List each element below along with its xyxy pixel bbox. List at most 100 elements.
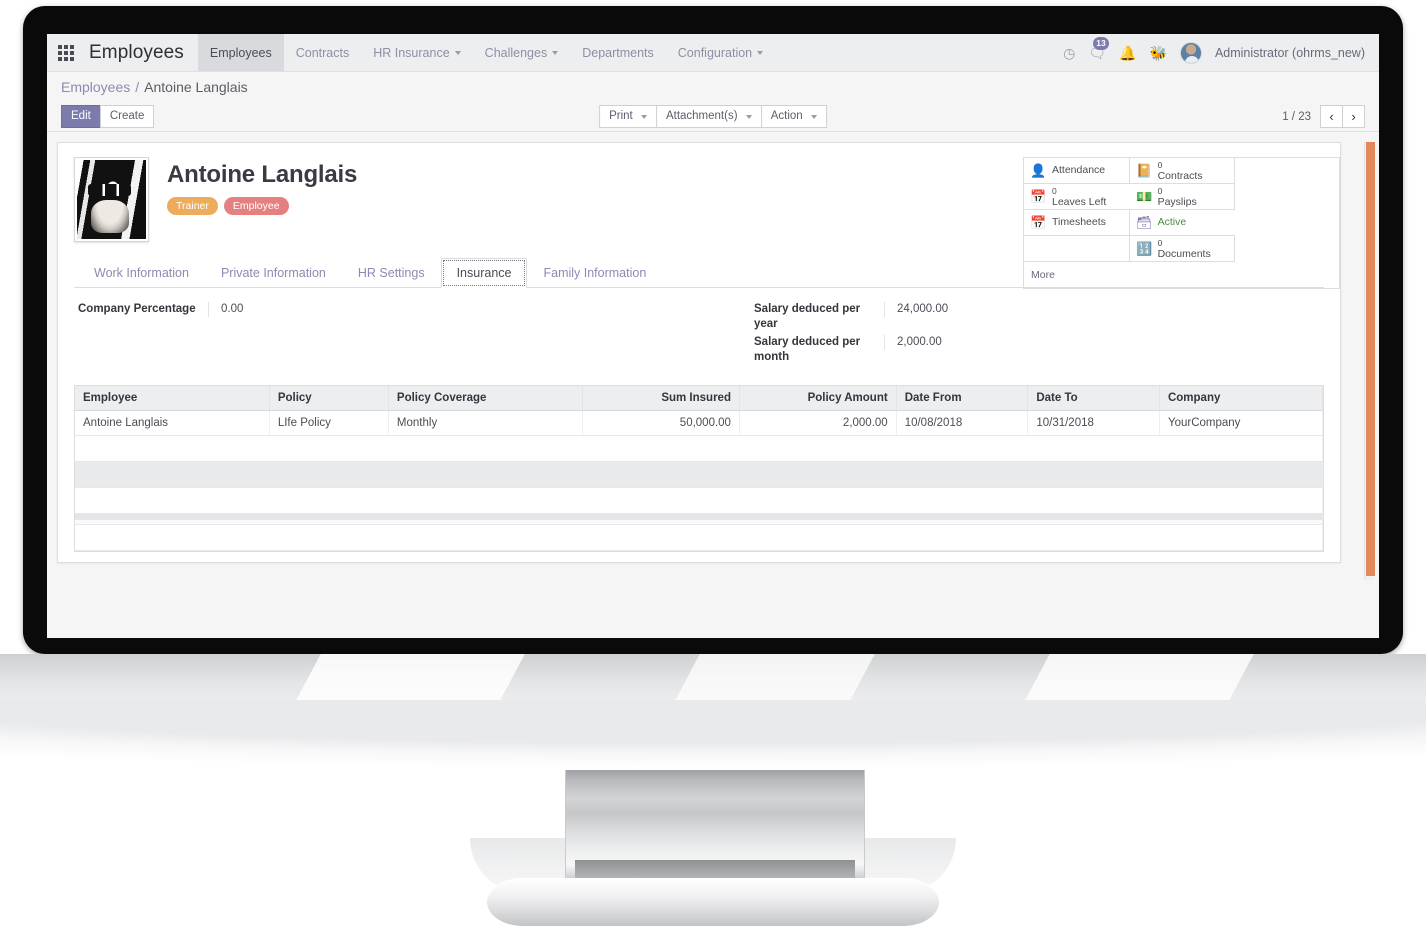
column-header-date-from[interactable]: Date From (896, 386, 1029, 411)
attachments-dropdown[interactable]: Attachment(s) (655, 105, 762, 128)
apps-grid-icon[interactable] (47, 34, 85, 71)
scrollbar-thumb[interactable] (1366, 142, 1375, 576)
chevron-down-icon (552, 50, 559, 55)
attachments-label: Attachment(s) (665, 110, 738, 122)
tag-employee[interactable]: Employee (223, 197, 289, 215)
tab-label: Family Information (543, 266, 647, 280)
form-column-right: Salary deduced per year 24,000.00 Salary… (699, 302, 1320, 365)
table-row[interactable]: Antoine Langlais LIfe Policy Monthly 50,… (75, 410, 1324, 436)
pager: 1 / 23 ‹ › (1282, 105, 1365, 128)
column-header-company[interactable]: Company (1159, 386, 1324, 411)
field-value[interactable]: 24,000.00 (884, 302, 1014, 317)
column-header-employee[interactable]: Employee (75, 386, 270, 411)
menu-challenges-label: Challenges (484, 45, 548, 60)
stat-button-payslips[interactable]: 💵 0 Payslips (1129, 184, 1236, 210)
menu-contracts[interactable]: Contracts (284, 34, 362, 71)
cell-sum-insured: 50,000.00 (582, 410, 740, 436)
employee-photo[interactable] (74, 157, 149, 242)
employee-tags: Trainer Employee (167, 197, 357, 215)
pager-next-button[interactable]: › (1342, 105, 1365, 128)
clock-icon[interactable]: ◷ (1063, 46, 1075, 60)
book-icon: 📔 (1136, 163, 1153, 178)
menu-configuration-label: Configuration (677, 45, 753, 60)
menubar-right: ◷ 🗨 13 🔔 🐝 Administrator (ohrms_new) (1063, 34, 1379, 71)
tab-label: HR Settings (357, 266, 425, 280)
pager-previous-button[interactable]: ‹ (1320, 105, 1343, 128)
action-label: Action (770, 110, 803, 122)
chevron-down-icon (757, 50, 764, 55)
field-value[interactable]: 2,000.00 (884, 335, 1014, 350)
menu-hr-insurance[interactable]: HR Insurance (361, 34, 472, 71)
breadcrumb-separator: / (135, 79, 140, 95)
column-header-policy[interactable]: Policy (269, 386, 389, 411)
insurance-table: Employee Policy Policy Coverage Sum Insu… (75, 386, 1324, 551)
menu-employees-label: Employees (209, 45, 272, 60)
stat-button-more[interactable]: More (1024, 262, 1130, 288)
menu-departments[interactable]: Departments (570, 34, 666, 71)
tab-hr-settings[interactable]: HR Settings (342, 258, 441, 288)
archive-icon: 🗃 (1135, 215, 1153, 230)
column-header-policy-amount[interactable]: Policy Amount (739, 386, 897, 411)
menu-configuration[interactable]: Configuration (666, 34, 775, 71)
column-header-date-to[interactable]: Date To (1027, 386, 1160, 411)
stat-button-contracts[interactable]: 📔 0 Contracts (1129, 158, 1236, 184)
money-icon: 💵 (1136, 189, 1153, 204)
list-icon: 🔢 (1136, 241, 1153, 256)
field-value[interactable]: 0.00 (208, 302, 338, 317)
column-header-sum-insured[interactable]: Sum Insured (582, 386, 740, 411)
messages-icon[interactable]: 🗨 13 (1088, 36, 1109, 60)
cell-employee: Antoine Langlais (75, 410, 270, 436)
cell-company: YourCompany (1159, 410, 1324, 436)
table-row-empty (75, 524, 1323, 551)
tab-work-information[interactable]: Work Information (78, 258, 205, 288)
chevron-down-icon (640, 115, 647, 119)
stat-button-empty (1024, 236, 1130, 262)
tab-insurance[interactable]: Insurance (440, 258, 528, 288)
stat-label: Documents (1157, 247, 1211, 260)
form-sheet: Antoine Langlais Trainer Employee 👤 Atte… (57, 142, 1341, 563)
create-button[interactable]: Create (99, 105, 155, 128)
tag-trainer[interactable]: Trainer (167, 197, 218, 215)
stat-button-timesheets[interactable]: 📅 Timesheets (1024, 210, 1130, 236)
form-column-left: Company Percentage 0.00 (78, 302, 699, 365)
stat-label: More (1031, 268, 1055, 281)
action-dropdown[interactable]: Action (760, 105, 827, 128)
print-dropdown[interactable]: Print (599, 105, 657, 128)
tab-label: Work Information (94, 266, 189, 280)
sheet-header: Antoine Langlais Trainer Employee 👤 Atte… (74, 157, 1340, 289)
control-panel-actions: Print Attachment(s) Action (599, 105, 827, 128)
page-title: Antoine Langlais (167, 161, 358, 188)
stat-button-documents[interactable]: 🔢 0 Documents (1129, 236, 1236, 262)
breadcrumb: Employees / Antoine Langlais (47, 72, 1379, 102)
stat-button-leaves-left[interactable]: 📅 0 Leaves Left (1024, 184, 1130, 210)
stat-label: Timesheets (1052, 216, 1106, 229)
column-header-policy-coverage[interactable]: Policy Coverage (388, 386, 584, 411)
menu-employees[interactable]: Employees (197, 34, 284, 71)
field-salary-deduced-per-month: Salary deduced per month 2,000.00 (754, 335, 1320, 365)
messages-badge: 13 (1093, 36, 1109, 50)
stat-button-active[interactable]: 🗃 Active (1129, 210, 1236, 236)
stat-button-attendance[interactable]: 👤 Attendance (1024, 158, 1130, 184)
cell-date-from: 10/08/2018 (896, 410, 1029, 436)
app-brand[interactable]: Employees (85, 34, 198, 71)
sheet-wrapper: Antoine Langlais Trainer Employee 👤 Atte… (47, 132, 1379, 637)
insurance-list: Employee Policy Policy Coverage Sum Insu… (74, 385, 1324, 552)
user-name[interactable]: Administrator (ohrms_new) (1215, 46, 1365, 60)
calendar-icon: 📅 (1030, 189, 1047, 204)
tab-private-information[interactable]: Private Information (205, 258, 342, 288)
chevron-down-icon (745, 115, 752, 119)
menu-contracts-label: Contracts (295, 45, 350, 60)
odoo-app: Employees Employees Contracts HR Insuran… (47, 34, 1379, 638)
cell-policy-coverage: Monthly (388, 410, 584, 436)
user-avatar[interactable] (1179, 41, 1202, 64)
edit-button[interactable]: Edit (61, 105, 101, 128)
breadcrumb-root[interactable]: Employees (61, 79, 130, 95)
calendar-icon: 📅 (1030, 215, 1047, 230)
tab-family-information[interactable]: Family Information (527, 258, 662, 288)
bug-icon[interactable]: 🐝 (1150, 46, 1167, 60)
vertical-scrollbar[interactable] (1364, 142, 1375, 580)
tab-label: Insurance (456, 266, 512, 280)
person-icon: 👤 (1030, 163, 1047, 178)
menu-challenges[interactable]: Challenges (473, 34, 571, 71)
bell-icon[interactable]: 🔔 (1119, 46, 1136, 60)
